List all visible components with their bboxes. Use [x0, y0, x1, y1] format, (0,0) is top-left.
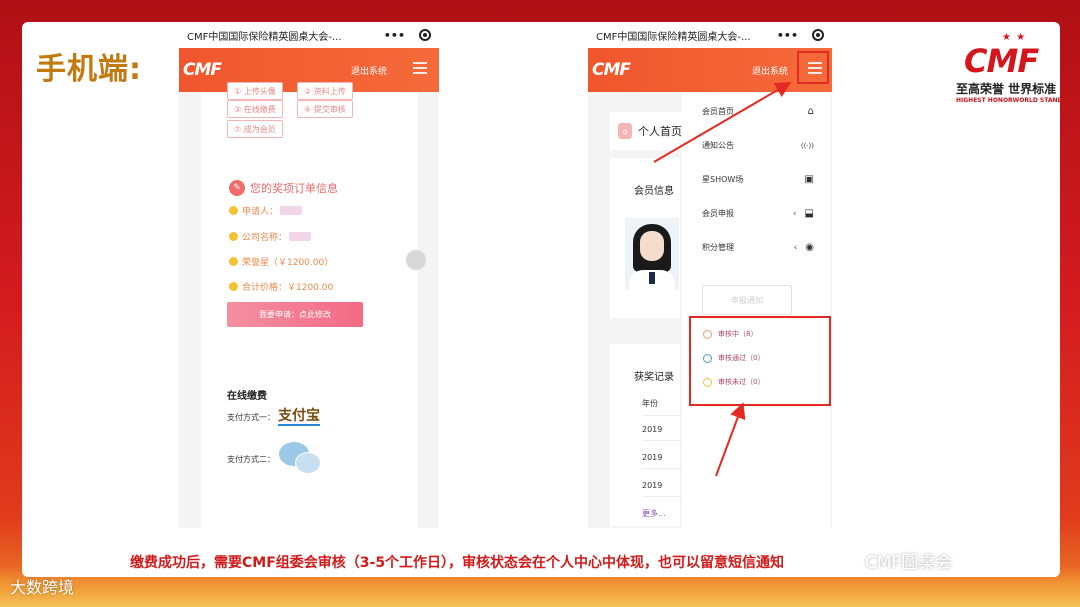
more-options-icon[interactable]: •••	[777, 29, 798, 42]
award-label: 荣誉星（￥1200.00）	[242, 258, 334, 268]
online-payment-heading: 在线缴费	[227, 391, 267, 402]
apply-notice-button[interactable]: 申报通知	[702, 285, 792, 315]
status-ring-icon	[703, 353, 712, 363]
brand-slogan-cn: 至高荣誉 世界标准	[956, 82, 1057, 96]
home-icon: ⌂	[807, 106, 814, 117]
cmf-brand-logo: ★ ★ CMF 至高荣誉 世界标准 HIGHEST HONOR WORLD ST…	[952, 30, 1077, 110]
order-info-title-text: 您的奖项订单信息	[250, 182, 338, 195]
payment-method-1-label: 支付方式一：	[227, 412, 275, 422]
bullet-icon	[229, 206, 238, 215]
bullet-icon	[229, 257, 238, 266]
drawer-item-label: 会员申报	[702, 209, 734, 218]
left-order-panel: ① 上传头像 ② 资料上传 ③ 在线缴费 ④ 提交审核 ⑦ 成为会员 ✎ 您的奖…	[201, 82, 417, 528]
payment-method-alipay[interactable]: 支付方式一： 支付宝	[227, 408, 320, 426]
feather-icon: ✎	[229, 180, 245, 196]
step-online-payment[interactable]: ③ 在线缴费	[227, 100, 283, 118]
miniapp-title: CMF中国国际保险精英圆桌大会-...	[596, 31, 751, 43]
order-total-row: 合计价格：￥1200.00	[229, 280, 333, 293]
brand-slogan-en-right: WORLD STANDARD	[1012, 97, 1077, 104]
wechat-pay-icon[interactable]	[279, 442, 321, 476]
personal-home-label: 个人首页	[638, 125, 682, 138]
status-ring-icon	[703, 377, 712, 387]
chevron-left-icon: ‹	[792, 209, 797, 219]
chevron-left-icon: ‹	[793, 243, 798, 253]
slide-heading: 手机端:	[36, 52, 142, 87]
award-records-title: 获奖记录	[634, 372, 674, 383]
applicant-label: 申请人：	[242, 207, 279, 217]
hamburger-menu-icon[interactable]	[413, 62, 427, 74]
cmf-logo: CMF	[183, 60, 222, 80]
scroll-handle[interactable]	[406, 250, 426, 270]
right-miniapp-titlebar: CMF中国国际保险精英圆桌大会-... •••	[588, 22, 832, 48]
more-records-link[interactable]: 更多...	[642, 508, 666, 519]
step-upload-materials[interactable]: ② 资料上传	[297, 82, 353, 100]
drawer-item-announcements[interactable]: 通知公告 ((·))	[702, 140, 814, 151]
status-approved[interactable]: 审核通过（0）	[703, 353, 764, 363]
briefcase-icon: ‹ ⬓	[792, 208, 814, 219]
payment-method-2-label: 支付方式二：	[227, 454, 275, 464]
status-rejected[interactable]: 审核未过（0）	[703, 377, 764, 387]
logout-link[interactable]: 退出系统	[351, 64, 387, 77]
bullet-icon	[229, 282, 238, 291]
review-status-box: 审核中（8） 审核通过（0） 审核未过（0）	[689, 316, 831, 406]
broadcast-icon: ((·))	[800, 141, 814, 150]
drawer-item-member-apply[interactable]: 会员申报 ‹ ⬓	[702, 208, 814, 219]
brand-slogan-en-left: HIGHEST HONOR	[956, 97, 1013, 104]
left-miniapp-titlebar: CMF中国国际保险精英圆桌大会-... •••	[179, 22, 439, 48]
status-label: 审核通过（0）	[718, 354, 765, 362]
id-card-icon: ▣	[804, 174, 814, 185]
drawer-item-label: 积分管理	[702, 243, 734, 252]
brand-slogan-en: HIGHEST HONOR WORLD STANDARD	[956, 97, 1077, 104]
order-applicant-row: 申请人：	[229, 204, 303, 217]
redacted-value	[280, 206, 303, 215]
member-info-title: 会员信息	[634, 186, 674, 197]
right-app-header: CMF 退出系统	[588, 48, 832, 92]
modify-application-button[interactable]: 我要申请：点此修改	[227, 302, 363, 327]
alipay-logo[interactable]: 支付宝	[278, 408, 320, 426]
order-company-row: 公司名称：	[229, 230, 312, 243]
step-upload-avatar[interactable]: ① 上传头像	[227, 82, 283, 100]
total-price-label: 合计价格：￥1200.00	[242, 283, 334, 293]
status-under-review[interactable]: 审核中（8）	[703, 329, 757, 339]
watermark-dashu: 大数跨境	[10, 578, 75, 597]
status-ring-icon	[703, 329, 712, 339]
menu-highlight-box	[797, 51, 829, 84]
order-info-title: ✎ 您的奖项订单信息	[229, 180, 338, 196]
step-submit-review[interactable]: ④ 提交审核	[297, 100, 353, 118]
close-capsule-icon[interactable]	[419, 29, 431, 41]
step-become-member[interactable]: ⑦ 成为会员	[227, 120, 283, 138]
slide-caption: 缴费成功后，需要CMF组委会审核（3-5个工作日），审核状态会在个人中心中体现，…	[130, 555, 785, 571]
payment-method-wechat[interactable]: 支付方式二：	[227, 442, 321, 476]
member-avatar	[625, 218, 679, 290]
drawer-item-label: 星SHOW场	[702, 175, 744, 184]
redacted-value	[289, 232, 312, 241]
target-icon: ‹ ◉	[793, 242, 814, 253]
status-label: 审核未过（0）	[718, 378, 765, 386]
home-icon: ⌂	[618, 123, 632, 139]
drawer-item-member-home[interactable]: 会员首页 ⌂	[702, 106, 814, 117]
personal-home-tab[interactable]: ⌂ 个人首页	[610, 112, 682, 150]
company-label: 公司名称：	[242, 233, 288, 243]
miniapp-title: CMF中国国际保险精英圆桌大会-...	[187, 31, 342, 43]
logout-link[interactable]: 退出系统	[752, 64, 788, 77]
slide-card	[22, 22, 1060, 577]
brand-mark: CMF	[964, 42, 1039, 80]
order-award-row: 荣誉星（￥1200.00）	[229, 255, 333, 268]
drawer-item-points[interactable]: 积分管理 ‹ ◉	[702, 242, 814, 253]
drawer-item-label: 会员首页	[702, 107, 734, 116]
bullet-icon	[229, 232, 238, 241]
watermark-cmf-roundtable: CMF圆桌会	[865, 553, 953, 573]
more-options-icon[interactable]: •••	[384, 29, 405, 42]
drawer-item-star-show[interactable]: 星SHOW场 ▣	[702, 174, 814, 185]
cmf-logo: CMF	[592, 60, 631, 80]
close-capsule-icon[interactable]	[812, 29, 824, 41]
drawer-item-label: 通知公告	[702, 141, 734, 150]
status-label: 审核中（8）	[718, 330, 758, 338]
